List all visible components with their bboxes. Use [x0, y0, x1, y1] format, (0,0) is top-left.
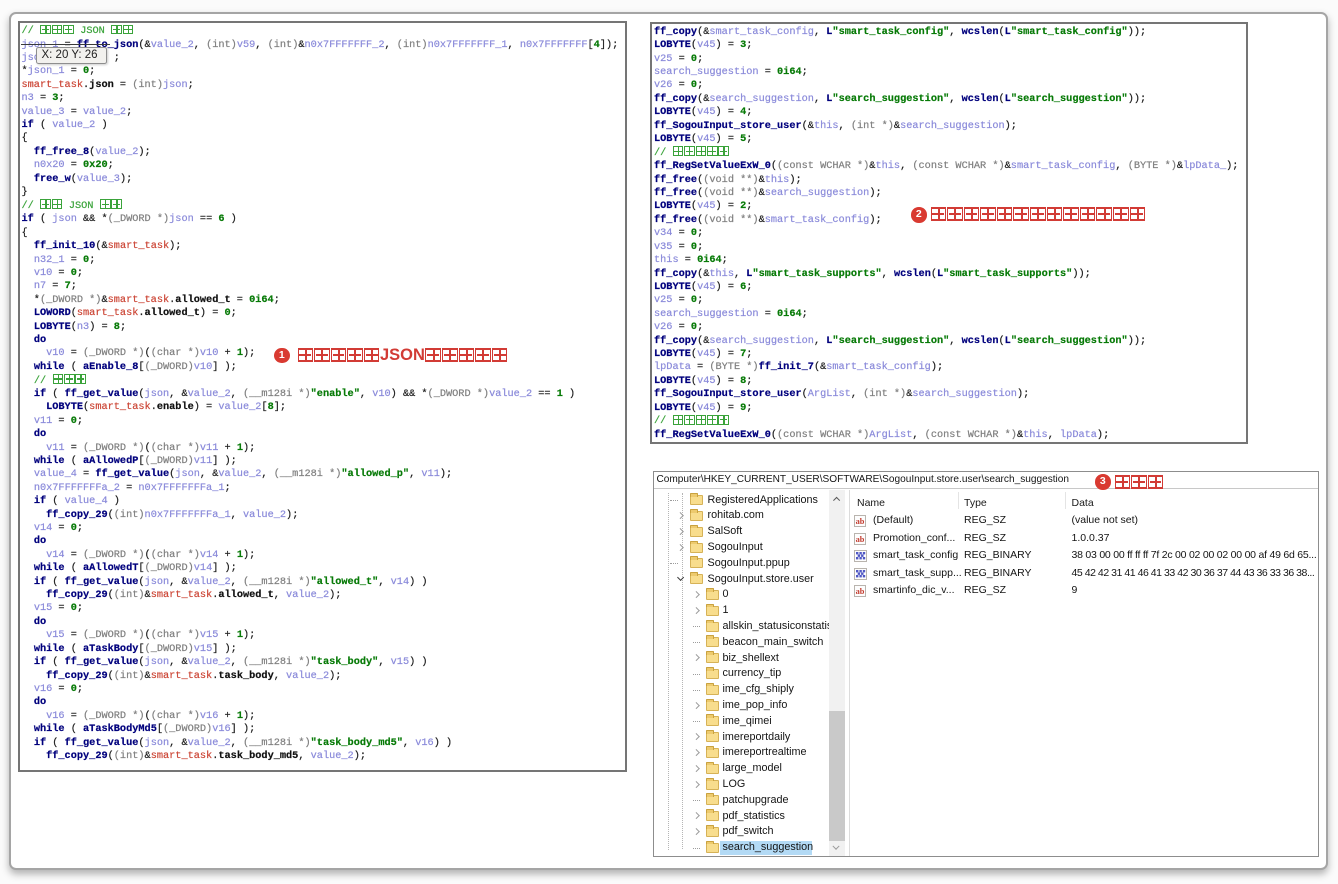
- svg-text:ab: ab: [855, 517, 864, 526]
- svg-text:ab: ab: [855, 535, 864, 544]
- svg-text:ab: ab: [855, 587, 864, 596]
